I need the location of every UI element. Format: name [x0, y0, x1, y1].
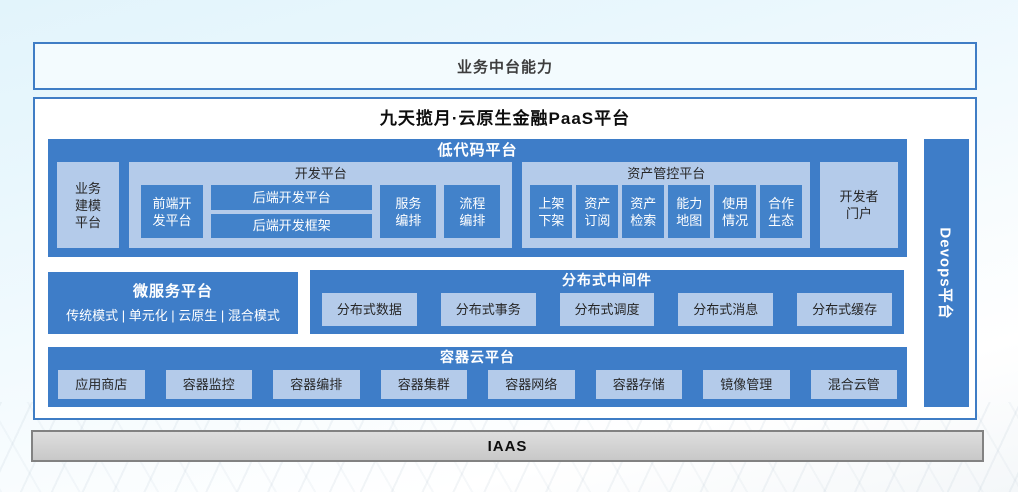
- asset-onoff-shelf-box: 上架 下架: [530, 185, 572, 238]
- asset-control-row: 上架 下架 资产 订阅 资产 检索 能力 地图 使用 情况 合作 生态: [522, 185, 810, 248]
- container-storage-box: 容器存储: [596, 370, 683, 399]
- process-orchestration-box: 流程 编排: [444, 185, 500, 238]
- container-cloud-row: 应用商店 容器监控 容器编排 容器集群 容器网络 容器存储 镜像管理 混合云管: [48, 368, 907, 407]
- developer-portal-box: 开发者 门户: [820, 162, 898, 248]
- middleware-row: 分布式数据 分布式事务 分布式调度 分布式消息 分布式缓存: [310, 291, 904, 334]
- backend-dev-stack: 后端开发平台 后端开发框架: [211, 185, 372, 238]
- dev-platform-row: 前端开 发平台 后端开发平台 后端开发框架 服务 编排 流程 编排: [129, 185, 512, 248]
- distributed-middleware-section: 分布式中间件 分布式数据 分布式事务 分布式调度 分布式消息 分布式缓存: [310, 270, 904, 334]
- container-network-box: 容器网络: [488, 370, 575, 399]
- microservice-platform-section: 微服务平台 传统模式 | 单元化 | 云原生 | 混合模式: [48, 272, 298, 334]
- backend-dev-framework-box: 后端开发框架: [211, 214, 372, 239]
- capability-map-box: 能力 地图: [668, 185, 710, 238]
- middleware-title: 分布式中间件: [310, 270, 904, 291]
- asset-search-box: 资产 检索: [622, 185, 664, 238]
- lowcode-title: 低代码平台: [48, 139, 907, 162]
- iaas-bar: IAAS: [31, 430, 984, 462]
- iaas-label: IAAS: [488, 438, 528, 455]
- asset-control-title: 资产管控平台: [522, 162, 810, 185]
- image-management-box: 镜像管理: [703, 370, 790, 399]
- lowcode-platform-section: 低代码平台 业务 建模 平台 开发平台 前端开 发平台 后端开发平台 后端开发框…: [48, 139, 907, 257]
- hybrid-cloud-management-box: 混合云管: [811, 370, 898, 399]
- container-cluster-box: 容器集群: [381, 370, 468, 399]
- distributed-message-box: 分布式消息: [678, 293, 773, 326]
- container-cloud-title: 容器云平台: [48, 347, 907, 368]
- lowcode-content-row: 业务 建模 平台 开发平台 前端开 发平台 后端开发平台 后端开发框架 服务 编…: [48, 162, 907, 257]
- microservice-title: 微服务平台: [48, 282, 298, 302]
- frontend-dev-platform-box: 前端开 发平台: [141, 185, 203, 238]
- asset-control-group: 资产管控平台 上架 下架 资产 订阅 资产 检索 能力 地图 使用 情况 合作 …: [522, 162, 810, 248]
- dev-platform-group: 开发平台 前端开 发平台 后端开发平台 后端开发框架 服务 编排 流程 编排: [129, 162, 512, 248]
- distributed-scheduling-box: 分布式调度: [560, 293, 655, 326]
- architecture-diagram: 业务中台能力 九天揽月·云原生金融PaaS平台 低代码平台 业务 建模 平台 开…: [0, 0, 1018, 492]
- distributed-data-box: 分布式数据: [322, 293, 417, 326]
- platform-title: 九天揽月·云原生金融PaaS平台: [35, 104, 975, 129]
- devops-platform-label: Devops平台: [936, 227, 957, 319]
- asset-subscription-box: 资产 订阅: [576, 185, 618, 238]
- container-cloud-section: 容器云平台 应用商店 容器监控 容器编排 容器集群 容器网络 容器存储 镜像管理…: [48, 347, 907, 407]
- distributed-cache-box: 分布式缓存: [797, 293, 892, 326]
- banner-label: 业务中台能力: [457, 56, 553, 77]
- usage-status-box: 使用 情况: [714, 185, 756, 238]
- cooperation-ecosystem-box: 合作 生态: [760, 185, 802, 238]
- container-orchestration-box: 容器编排: [273, 370, 360, 399]
- business-modeling-box: 业务 建模 平台: [57, 162, 119, 248]
- dev-platform-title: 开发平台: [129, 162, 512, 185]
- microservice-modes: 传统模式 | 单元化 | 云原生 | 混合模式: [48, 305, 298, 324]
- business-midplatform-banner: 业务中台能力: [33, 42, 977, 90]
- backend-dev-platform-box: 后端开发平台: [211, 185, 372, 210]
- distributed-transaction-box: 分布式事务: [441, 293, 536, 326]
- service-orchestration-box: 服务 编排: [380, 185, 436, 238]
- devops-platform-bar: Devops平台: [924, 139, 969, 407]
- app-store-box: 应用商店: [58, 370, 145, 399]
- container-monitoring-box: 容器监控: [166, 370, 253, 399]
- paas-platform-panel: 九天揽月·云原生金融PaaS平台 低代码平台 业务 建模 平台 开发平台 前端开…: [33, 97, 977, 420]
